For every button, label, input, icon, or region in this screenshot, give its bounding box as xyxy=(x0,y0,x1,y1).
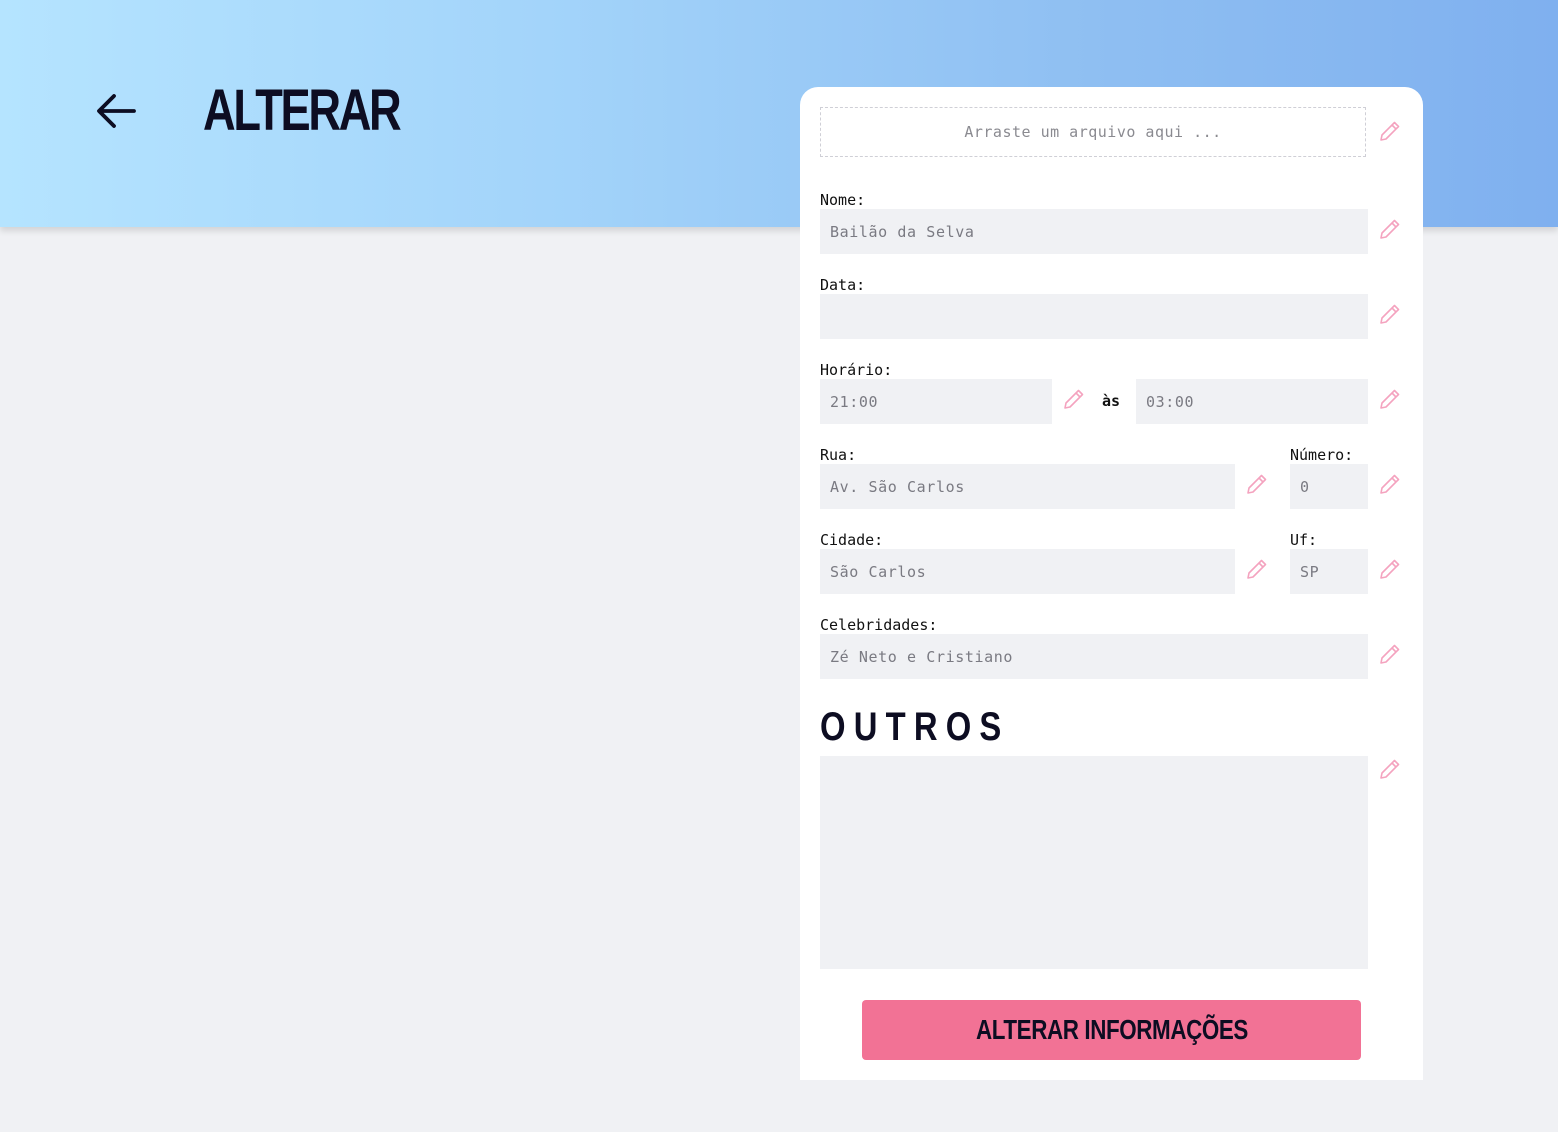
time-start-field[interactable]: 21:00 xyxy=(820,379,1052,424)
pencil-icon[interactable] xyxy=(1378,642,1402,666)
edit-form-card: Arraste um arquivo aqui ... Nome: Bailão… xyxy=(800,87,1423,1080)
pencil-icon[interactable] xyxy=(1378,557,1402,581)
submit-button-label: ALTERAR INFORMAÇÕES xyxy=(975,1014,1248,1045)
others-section-title: OUTROS xyxy=(820,705,1010,749)
number-label: Número: xyxy=(1290,446,1354,464)
pencil-icon[interactable] xyxy=(1062,387,1086,411)
pencil-icon[interactable] xyxy=(1245,472,1269,496)
city-field[interactable]: São Carlos xyxy=(820,549,1235,594)
pencil-icon[interactable] xyxy=(1378,217,1402,241)
date-label: Data: xyxy=(820,276,866,294)
street-label: Rua: xyxy=(820,446,857,464)
name-label: Nome: xyxy=(820,191,866,209)
pencil-icon[interactable] xyxy=(1378,387,1402,411)
state-label: Uf: xyxy=(1290,531,1318,549)
file-dropzone[interactable]: Arraste um arquivo aqui ... xyxy=(820,107,1366,157)
number-field[interactable]: 0 xyxy=(1290,464,1368,509)
pencil-icon[interactable] xyxy=(1245,557,1269,581)
celebrities-label: Celebridades: xyxy=(820,616,938,634)
name-field[interactable]: Bailão da Selva xyxy=(820,209,1368,254)
date-field[interactable] xyxy=(820,294,1368,339)
state-field[interactable]: SP xyxy=(1290,549,1368,594)
page-title: ALTERAR xyxy=(203,78,402,143)
submit-button[interactable]: ALTERAR INFORMAÇÕES xyxy=(862,1000,1361,1060)
celebrities-field[interactable]: Zé Neto e Cristiano xyxy=(820,634,1368,679)
city-label: Cidade: xyxy=(820,531,884,549)
pencil-icon[interactable] xyxy=(1378,119,1402,143)
time-separator: às xyxy=(1102,392,1121,410)
pencil-icon[interactable] xyxy=(1378,302,1402,326)
time-end-field[interactable]: 03:00 xyxy=(1136,379,1368,424)
time-label: Horário: xyxy=(820,361,893,379)
others-textarea[interactable] xyxy=(820,756,1368,969)
back-button[interactable] xyxy=(92,88,138,134)
arrow-left-icon xyxy=(97,94,136,128)
pencil-icon[interactable] xyxy=(1378,757,1402,781)
pencil-icon[interactable] xyxy=(1378,472,1402,496)
street-field[interactable]: Av. São Carlos xyxy=(820,464,1235,509)
